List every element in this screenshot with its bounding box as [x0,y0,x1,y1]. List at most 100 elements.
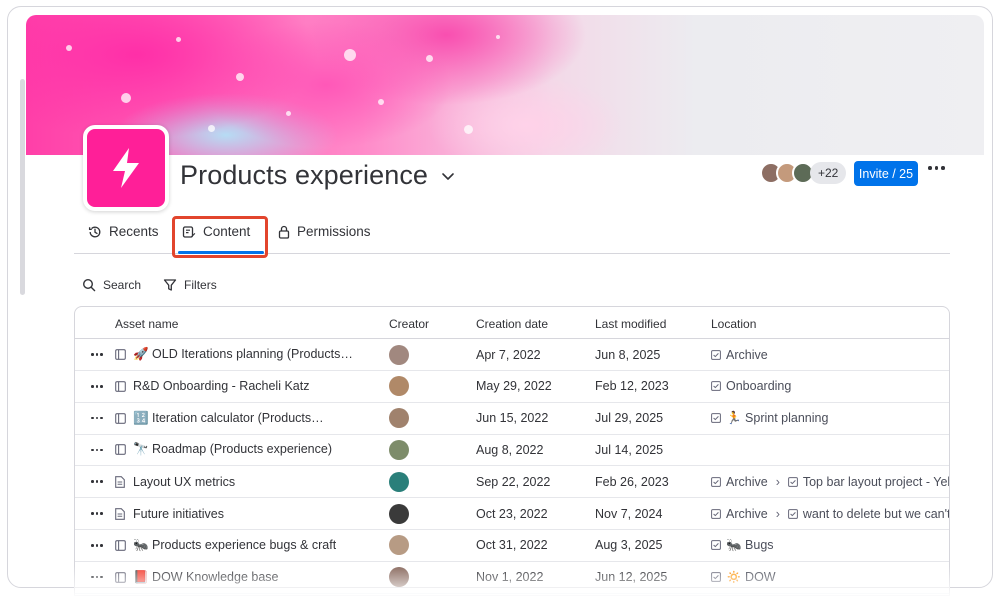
scroll-fade [74,566,950,596]
invite-button[interactable]: Invite / 25 [854,161,918,186]
row-actions-button[interactable] [91,466,103,497]
creator-avatar-cell[interactable] [389,339,409,370]
table-row[interactable]: 🚀 OLD Iterations planning (Products… Apr … [75,339,949,371]
last-modified-date: Feb 26, 2023 [595,474,669,489]
asset-type-icon [115,403,126,434]
asset-type-icon [115,434,126,465]
location-chip[interactable]: Archive [711,348,768,362]
column-header-location[interactable]: Location [711,317,756,331]
location-path: Archive › want to delete but we can't [711,498,950,529]
table-row[interactable]: 🔢 Iteration calculator (Products… Jun 15,… [75,403,949,435]
table-row[interactable]: Future initiatives Oct 23, 2022 Nov 7, 202… [75,498,949,530]
location-chip[interactable]: 🏃 Sprint planning [711,411,828,426]
asset-name-link[interactable]: Layout UX metrics [133,466,235,497]
avatar [389,344,409,365]
location-label: Top bar layout project - Yehuda [802,474,949,489]
search-button[interactable]: Search [82,278,141,292]
board-icon [115,349,126,360]
folder-icon [711,381,721,392]
tab-recents[interactable]: Recents [88,224,159,239]
column-header-asset-name[interactable]: Asset name [115,317,178,331]
location-path: 🏃 Sprint planning [711,403,828,434]
creator-avatar-cell[interactable] [389,434,409,465]
workspace-cover-image [26,15,984,155]
tab-label: Recents [109,224,159,239]
row-actions-button[interactable] [91,434,103,465]
location-chip[interactable]: want to delete but we can't [787,506,950,521]
location-path: 🐜 Bugs [711,530,774,561]
row-actions-button[interactable] [91,339,103,370]
avatar [389,439,409,460]
avatar [389,503,409,524]
location-label: 🏃 Sprint planning [726,410,829,425]
last-modified-date: Jul 14, 2025 [595,442,664,457]
folder-icon [711,349,721,360]
history-icon [88,226,101,237]
column-header-creation-date[interactable]: Creation date [476,317,548,331]
workspace-header: Products experience [180,160,456,191]
folder-icon [787,476,798,487]
filters-label: Filters [184,278,217,292]
creation-date: Oct 31, 2022 [476,538,548,553]
location-chip[interactable]: Archive [711,507,768,521]
location-path: Archive [711,339,768,370]
location-chip[interactable]: 🐜 Bugs [711,538,774,553]
asset-type-icon [115,530,126,561]
location-label: Archive [726,347,768,362]
location-label: want to delete but we can't [802,506,950,521]
workspace-logo[interactable] [83,125,169,211]
table-row[interactable]: Layout UX metrics Sep 22, 2022 Feb 26, 202… [75,466,949,499]
table-row[interactable]: R&D Onboarding - Racheli Katz May 29, 202… [75,371,949,403]
asset-name-link[interactable]: 🐜 Products experience bugs & craft [133,530,336,561]
board-icon [115,444,126,456]
more-options-button[interactable] [928,166,945,170]
location-chip[interactable]: Archive [711,475,768,489]
folder-icon [711,413,721,423]
filter-icon [163,279,177,291]
filters-button[interactable]: Filters [163,278,217,292]
asset-name-link[interactable]: 🔭 Roadmap (Products experience) [133,434,332,465]
column-header-last-modified[interactable]: Last modified [595,317,666,331]
location-chip[interactable]: Top bar layout project - Yehuda [787,474,949,489]
chevron-down-icon[interactable] [440,168,456,184]
creator-avatar-cell[interactable] [389,466,409,497]
chevron-right-icon: › [775,474,780,489]
tab-permissions[interactable]: Permissions [278,224,371,239]
location-label: Onboarding [726,379,792,394]
column-header-creator[interactable]: Creator [389,317,429,331]
asset-name-link[interactable]: 🔢 Iteration calculator (Products… [133,403,324,434]
table-row[interactable]: 🐜 Products experience bugs & craft Oct 31… [75,530,949,562]
scrollbar[interactable] [20,79,25,295]
asset-name-link[interactable]: Future initiatives [133,498,224,529]
search-label: Search [103,278,142,292]
creator-avatar-cell[interactable] [389,371,409,402]
folder-icon [711,508,721,519]
board-icon [115,539,126,551]
location-chip[interactable]: Onboarding [711,379,791,393]
avatar [389,471,409,492]
row-actions-button[interactable] [91,530,103,561]
search-icon [82,278,96,292]
creator-avatar-cell[interactable] [389,530,409,561]
creator-avatar-cell[interactable] [389,403,409,434]
location-path: Archive › Top bar layout project - Yehuda [711,466,949,497]
row-actions-button[interactable] [91,498,103,529]
last-modified-date: Nov 7, 2024 [595,506,663,521]
lightning-icon [113,148,139,188]
asset-name-link[interactable]: R&D Onboarding - Racheli Katz [133,371,309,402]
creation-date: Sep 22, 2022 [476,474,551,489]
lock-icon [278,225,290,239]
asset-name-link[interactable]: 🚀 OLD Iterations planning (Products… [133,339,353,370]
creation-date: Oct 23, 2022 [476,506,548,521]
members-count-badge[interactable]: +22 [810,162,847,184]
location-label: Archive [726,506,768,521]
row-actions-button[interactable] [91,403,103,434]
last-modified-date: Aug 3, 2025 [595,538,663,553]
row-actions-button[interactable] [91,371,103,402]
avatar [389,408,409,429]
avatar [389,535,409,556]
creator-avatar-cell[interactable] [389,498,409,529]
table-row[interactable]: 🔭 Roadmap (Products experience) Aug 8, 20… [75,434,949,467]
members-avatars[interactable]: +22 [760,162,847,184]
board-icon [115,380,126,392]
